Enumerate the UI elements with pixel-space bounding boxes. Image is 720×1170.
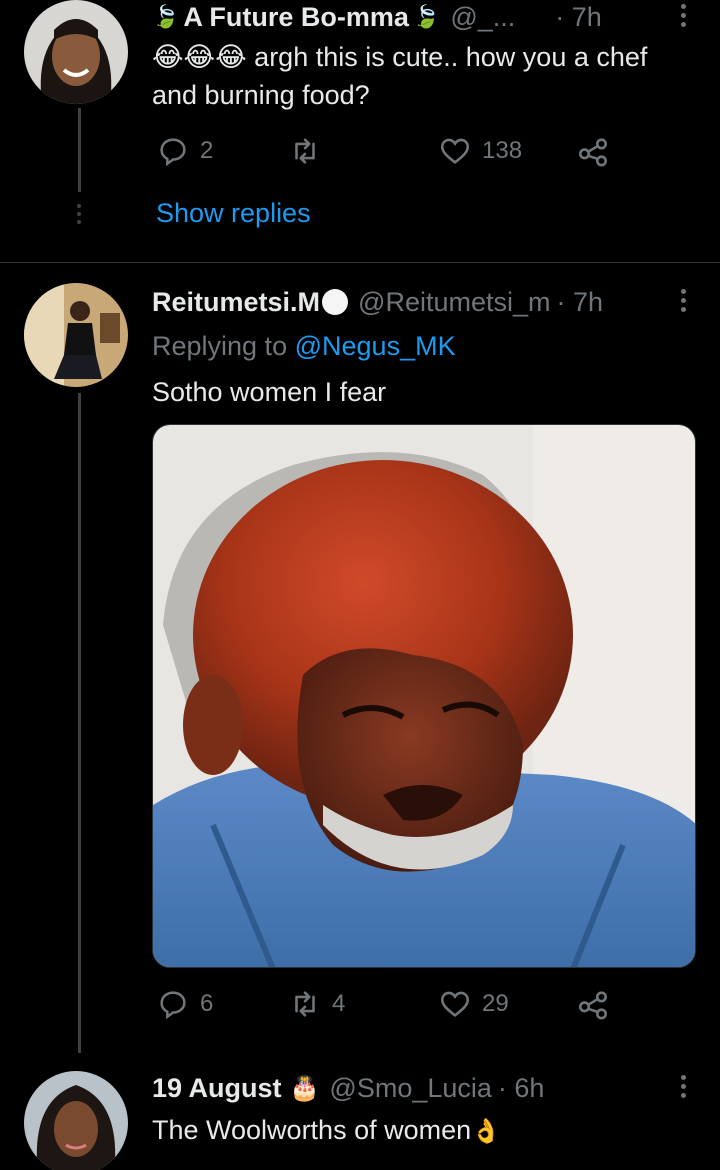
author-handle[interactable]: @Smo_Lucia — [329, 1073, 492, 1104]
tweet-3-header: 19 August 🎂 @Smo_Lucia · 6h — [152, 1071, 690, 1105]
author-name[interactable]: Reitumetsi.M — [152, 287, 320, 318]
retweet-icon — [295, 991, 315, 1017]
tweet-3-text: The Woolworths of women👌 — [152, 1111, 680, 1151]
thread-dots[interactable] — [77, 204, 82, 224]
leaf-emoji: 🍃 — [412, 4, 441, 29]
share-icon — [578, 138, 608, 167]
tweet-2-header: Reitumetsi.M @Reitumetsi_m · 7h — [152, 285, 690, 319]
author-name[interactable]: 19 August — [152, 1073, 282, 1104]
tweet-time[interactable]: · 6h — [498, 1073, 545, 1104]
verified-circle — [322, 289, 349, 315]
tweet-time[interactable]: · 7h — [557, 287, 604, 318]
like-icon — [440, 138, 470, 164]
like-count: 138 — [482, 137, 523, 164]
cake-emoji: 🎂 — [289, 1074, 320, 1102]
tweet-text: The Woolworths of women — [152, 1115, 472, 1145]
share-button[interactable] — [576, 134, 610, 168]
reply-count: 6 — [200, 990, 214, 1017]
like-button[interactable]: 29 — [438, 987, 509, 1021]
tweet-2-actions: 6 4 29 — [152, 987, 622, 1027]
reply-button[interactable]: 2 — [156, 134, 213, 168]
author-handle[interactable]: @_... — [450, 2, 515, 33]
reply-count: 2 — [200, 137, 214, 164]
author-name[interactable]: A Future Bo-mma — [183, 2, 409, 33]
more-icon[interactable] — [681, 4, 686, 27]
like-count: 29 — [482, 990, 509, 1017]
retweet-button[interactable]: 4 — [288, 987, 345, 1021]
tweet-3[interactable]: 19 August 🎂 @Smo_Lucia · 6h The Woolwort… — [0, 1053, 720, 1170]
avatar-tweet-2[interactable] — [24, 283, 128, 387]
more-icon[interactable] — [681, 1075, 686, 1098]
show-replies-link[interactable]: Show replies — [156, 198, 311, 229]
tweet-1-header: 🍃 A Future Bo-mma 🍃 @_... · 7h — [152, 0, 690, 34]
leaf-emoji: 🍃 — [152, 4, 180, 29]
ok-hand-emoji: 👌 — [471, 1118, 502, 1145]
share-icon — [578, 991, 608, 1020]
reply-icon — [160, 991, 186, 1020]
avatar-tweet-3[interactable] — [24, 1071, 128, 1170]
like-icon — [440, 991, 470, 1017]
reply-icon — [160, 138, 186, 167]
tweet-time[interactable]: · 7h — [555, 2, 602, 33]
reply-button[interactable]: 6 — [156, 987, 213, 1021]
retweet-icon — [295, 138, 315, 164]
thread-line — [78, 108, 81, 192]
tweet-2[interactable]: Reitumetsi.M @Reitumetsi_m · 7h Replying… — [0, 263, 720, 1053]
replying-line: Replying to @Negus_MK — [152, 327, 680, 365]
tweet-1-text: 😂😂😂 argh this is cute.. how you a chef a… — [152, 38, 680, 114]
replying-prefix: Replying to — [152, 331, 288, 361]
share-button[interactable] — [576, 987, 610, 1021]
retweet-button[interactable] — [288, 134, 332, 168]
thread-line — [78, 393, 81, 1053]
retweet-count: 4 — [332, 990, 346, 1017]
like-button[interactable]: 138 — [438, 134, 522, 168]
tweet-1[interactable]: 🍃 A Future Bo-mma 🍃 @_... · 7h 😂😂😂 argh … — [0, 0, 720, 262]
tweet-2-text: Sotho women I fear — [152, 377, 387, 407]
tweet-1-actions: 2 138 — [152, 134, 622, 174]
tweet-media-photo[interactable] — [152, 424, 696, 968]
replying-mention[interactable]: @Negus_MK — [295, 331, 456, 361]
laughing-emoji: 😂😂😂 — [152, 42, 247, 72]
author-handle[interactable]: @Reitumetsi_m — [358, 287, 550, 318]
more-icon[interactable] — [681, 289, 686, 312]
avatar-tweet-1[interactable] — [24, 0, 128, 104]
